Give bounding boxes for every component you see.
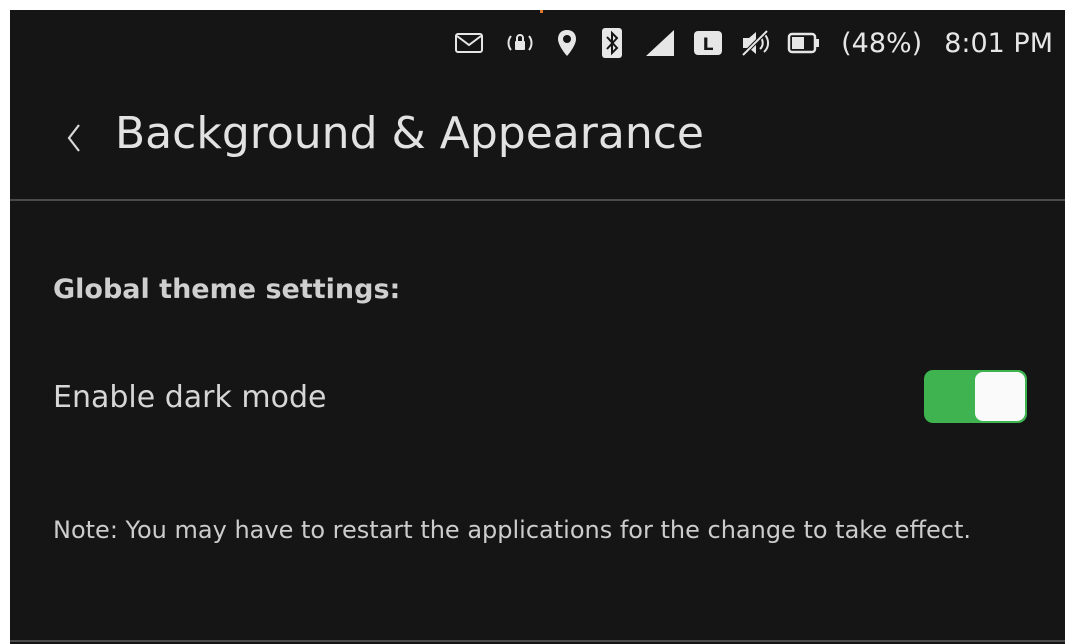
lte-icon: L bbox=[685, 25, 731, 61]
mail-icon bbox=[443, 25, 495, 61]
restart-note: Note: You may have to restart the applic… bbox=[53, 516, 972, 544]
battery-percentage: (48%) bbox=[841, 27, 923, 59]
toggle-knob bbox=[975, 372, 1025, 421]
rotation-lock-icon bbox=[495, 25, 545, 61]
signal-icon bbox=[635, 25, 685, 61]
status-bar[interactable]: L (48%) 8:01 PM bbox=[10, 10, 1065, 74]
settings-screen: L (48%) 8:01 PM Background & Appearance … bbox=[10, 10, 1065, 644]
location-icon bbox=[545, 25, 589, 61]
muted-speaker-icon bbox=[731, 25, 781, 61]
section-title: Global theme settings: bbox=[53, 274, 401, 305]
dark-mode-label: Enable dark mode bbox=[53, 380, 327, 415]
back-button[interactable] bbox=[54, 112, 94, 164]
battery-icon bbox=[781, 25, 827, 61]
page-header: Background & Appearance bbox=[10, 74, 1065, 201]
status-icons[interactable]: L (48%) 8:01 PM bbox=[443, 24, 1053, 62]
chevron-left-icon bbox=[67, 124, 80, 152]
page-title: Background & Appearance bbox=[115, 108, 704, 159]
bluetooth-icon bbox=[589, 25, 635, 61]
status-clock: 8:01 PM bbox=[944, 27, 1053, 59]
svg-text:L: L bbox=[703, 35, 714, 55]
divider bbox=[10, 640, 1065, 642]
dark-mode-toggle[interactable] bbox=[924, 370, 1027, 423]
